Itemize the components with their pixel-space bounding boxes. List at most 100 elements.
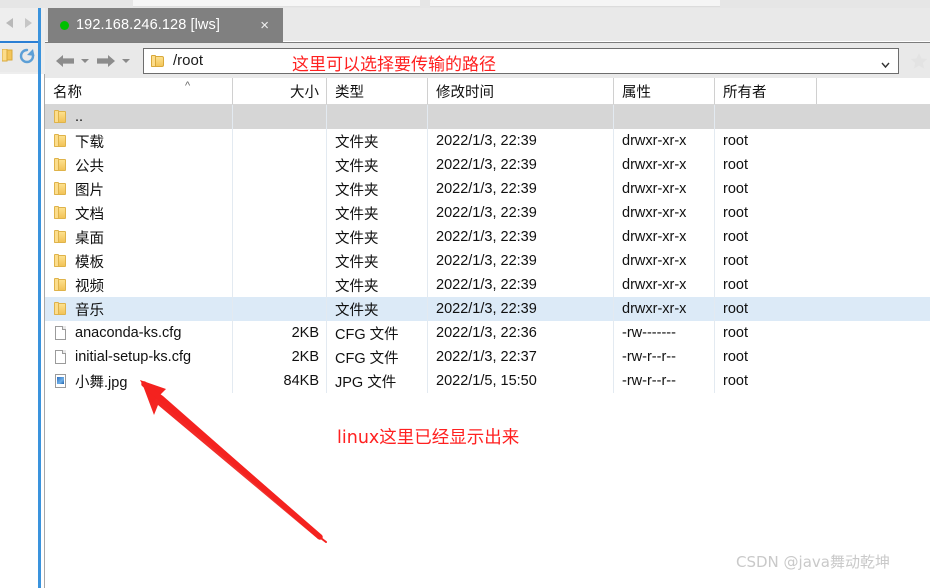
cell-size: [233, 225, 327, 249]
cell-type: 文件夹: [327, 297, 428, 321]
cell-type: 文件夹: [327, 129, 428, 153]
cell-size: [233, 153, 327, 177]
cell-name: 下载: [45, 129, 233, 153]
host-refresh-icon[interactable]: [17, 46, 37, 71]
path-value: /root: [173, 52, 204, 69]
cell-mtime: 2022/1/3, 22:39: [428, 273, 614, 297]
tab-label: 192.168.246.128 [lws]: [76, 17, 220, 33]
cell-owner: root: [723, 205, 748, 221]
cell-type: 文件夹: [327, 201, 428, 225]
column-header-mtime-label: 修改时间: [436, 84, 494, 101]
back-arrow-icon[interactable]: [53, 53, 77, 69]
cell-type: CFG 文件: [327, 321, 428, 345]
cell-name: 小舞.jpg: [45, 369, 233, 393]
host-window-nav-row: [0, 12, 40, 38]
column-header-mtime[interactable]: 修改时间: [428, 78, 614, 104]
host-back-chevron-icon[interactable]: [4, 16, 16, 35]
cell-attrs: drwxr-xr-x: [614, 273, 715, 297]
table-row[interactable]: 公共 文件夹 2022/1/3, 22:39 drwxr-xr-x root: [45, 153, 930, 177]
forward-history-chevron-down-icon[interactable]: [122, 58, 130, 63]
column-header-size[interactable]: 大小: [233, 78, 327, 104]
cell-mtime: 2022/1/3, 22:39: [428, 129, 614, 153]
file-name-label: 下载: [75, 134, 104, 151]
column-header-type[interactable]: 类型: [327, 78, 428, 104]
cell-attrs: -rw-r--r--: [614, 345, 715, 369]
cell-name: anaconda-ks.cfg: [45, 321, 233, 345]
cell-type: CFG 文件: [327, 345, 428, 369]
forward-arrow-icon[interactable]: [94, 53, 118, 69]
column-header-size-label: 大小: [290, 84, 319, 101]
file-icon: [53, 326, 67, 340]
table-row[interactable]: initial-setup-ks.cfg 2KB CFG 文件 2022/1/3, 2…: [45, 345, 930, 369]
cell-attrs: [614, 105, 715, 129]
table-row[interactable]: 音乐 文件夹 2022/1/3, 22:39 drwxr-xr-x root: [45, 297, 930, 321]
table-row[interactable]: 桌面 文件夹 2022/1/3, 22:39 drwxr-xr-x root: [45, 225, 930, 249]
table-row[interactable]: 视频 文件夹 2022/1/3, 22:39 drwxr-xr-x root: [45, 273, 930, 297]
column-header-attrs-label: 属性: [622, 84, 651, 101]
cell-type: 文件夹: [327, 249, 428, 273]
table-row[interactable]: 文档 文件夹 2022/1/3, 22:39 drwxr-xr-x root: [45, 201, 930, 225]
table-row[interactable]: anaconda-ks.cfg 2KB CFG 文件 2022/1/3, 22:36-…: [45, 321, 930, 345]
table-row[interactable]: 小舞.jpg 84KB JPG 文件 2022/1/5, 15:50 -rw-r--r-…: [45, 369, 930, 393]
background-window-top-a: [133, 0, 420, 7]
cell-name: 桌面: [45, 225, 233, 249]
navigation-buttons: [45, 53, 135, 69]
favorite-star-icon[interactable]: [908, 50, 930, 72]
host-folder-icon: [1, 48, 14, 67]
column-header-name-label: 名称: [53, 84, 82, 101]
table-row[interactable]: 下载 文件夹 2022/1/3, 22:39 drwxr-xr-x root: [45, 129, 930, 153]
screenshot-root: 192.168.246.128 [lws] × /root 这里可以选择要传输的…: [0, 0, 930, 588]
table-row[interactable]: 模板 文件夹 2022/1/3, 22:39 drwxr-xr-x root: [45, 249, 930, 273]
close-icon[interactable]: ×: [254, 16, 275, 35]
folder-icon: [53, 110, 67, 124]
chevron-down-icon[interactable]: [881, 56, 890, 68]
file-list-body[interactable]: .. 下载 文件夹 2022/1/3, 22:39 drwxr-xr-x root 公共 文件…: [45, 105, 930, 588]
tab-session-192-168-246-128[interactable]: 192.168.246.128 [lws] ×: [48, 8, 283, 42]
folder-icon: [151, 54, 165, 67]
column-header-owner[interactable]: 所有者: [715, 78, 817, 104]
path-input[interactable]: /root 这里可以选择要传输的路径: [143, 47, 900, 75]
cell-owner: root: [723, 133, 748, 149]
host-forward-chevron-icon[interactable]: [22, 16, 34, 35]
cell-owner: root: [723, 229, 748, 245]
folder-icon: [53, 254, 67, 268]
cell-owner: root: [723, 181, 748, 197]
cell-size: [233, 105, 327, 129]
cell-type: 文件夹: [327, 153, 428, 177]
host-window-accent-line: [0, 41, 40, 43]
cell-type: 文件夹: [327, 177, 428, 201]
file-name-label: initial-setup-ks.cfg: [75, 349, 192, 365]
folder-icon: [53, 206, 67, 220]
cell-attrs: drwxr-xr-x: [614, 177, 715, 201]
file-icon: [53, 350, 67, 364]
file-name-label: ..: [75, 109, 84, 125]
cell-attrs: -rw-------: [614, 321, 715, 345]
host-window-address-row: [0, 44, 40, 72]
cell-owner: root: [723, 349, 748, 365]
cell-owner: root: [723, 301, 748, 317]
folder-icon: [53, 158, 67, 172]
cell-size: [233, 249, 327, 273]
column-header-name[interactable]: 名称 ^: [45, 78, 233, 104]
cell-owner: root: [723, 373, 748, 389]
cell-owner: root: [723, 325, 748, 341]
cell-name: 音乐: [45, 297, 233, 321]
folder-icon: [53, 182, 67, 196]
cell-name: 公共: [45, 153, 233, 177]
cell-type: 文件夹: [327, 225, 428, 249]
cell-name: 模板: [45, 249, 233, 273]
host-window-edge-accent-top: [38, 8, 41, 74]
cell-type: 文件夹: [327, 273, 428, 297]
back-history-chevron-down-icon[interactable]: [81, 58, 89, 63]
file-list-header: 名称 ^ 大小 类型 修改时间 属性 所有者: [45, 78, 930, 105]
file-name-label: anaconda-ks.cfg: [75, 325, 182, 341]
cell-size: [233, 177, 327, 201]
table-row[interactable]: 图片 文件夹 2022/1/3, 22:39 drwxr-xr-x root: [45, 177, 930, 201]
table-row[interactable]: ..: [45, 105, 930, 129]
cell-name: initial-setup-ks.cfg: [45, 345, 233, 369]
cell-owner: [715, 105, 817, 129]
column-header-attrs[interactable]: 属性: [614, 78, 715, 104]
cell-mtime: 2022/1/3, 22:39: [428, 297, 614, 321]
folder-icon: [53, 278, 67, 292]
cell-type: [327, 105, 428, 129]
